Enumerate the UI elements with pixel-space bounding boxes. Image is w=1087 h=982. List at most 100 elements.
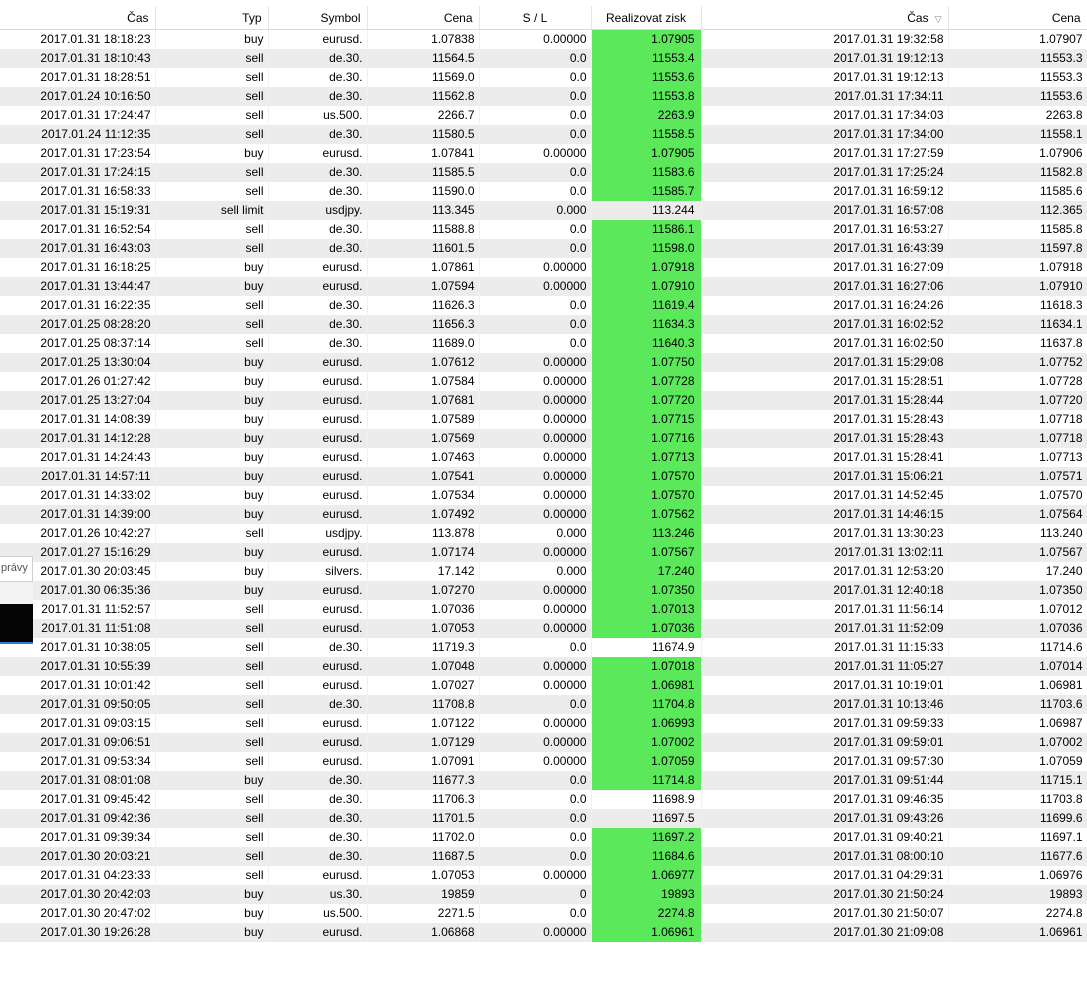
cell-close-time: 2017.01.31 17:34:03	[701, 106, 949, 125]
column-header-open-price[interactable]: Cena	[367, 6, 480, 30]
table-row[interactable]: 2017.01.27 15:16:29 buy eurusd. 1.07174 0.00…	[0, 543, 1087, 562]
table-row[interactable]: 2017.01.30 20:03:45 buy silvers. 17.142 0.00…	[0, 562, 1087, 581]
column-header-label: Symbol	[320, 10, 361, 25]
column-header-sl[interactable]: S / L	[479, 6, 592, 30]
cell-symbol: eurusd.	[268, 619, 368, 638]
cell-close-time: 2017.01.31 16:59:12	[701, 182, 949, 201]
table-row[interactable]: 2017.01.31 14:39:00 buy eurusd. 1.07492 0.00…	[0, 505, 1087, 524]
cell-symbol: de.30.	[268, 49, 368, 68]
table-row[interactable]: 2017.01.31 14:24:43 buy eurusd. 1.07463 0.00…	[0, 448, 1087, 467]
column-header-label: S / L	[522, 10, 548, 25]
cell-symbol: eurusd.	[268, 923, 368, 942]
cell-symbol: de.30.	[268, 220, 368, 239]
table-row[interactable]: 2017.01.30 19:26:28 buy eurusd. 1.06868 0.00…	[0, 923, 1087, 942]
table-row[interactable]: 2017.01.31 17:24:15 sell de.30. 11585.5 0.0 1…	[0, 163, 1087, 182]
table-row[interactable]: 2017.01.31 09:45:42 sell de.30. 11706.3 0.0 1…	[0, 790, 1087, 809]
table-row[interactable]: 2017.01.30 20:03:21 sell de.30. 11687.5 0.0 1…	[0, 847, 1087, 866]
column-header-type[interactable]: Typ	[155, 6, 269, 30]
cell-open-time: 2017.01.31 09:42:36	[0, 809, 156, 828]
column-header-close-price[interactable]: Cena	[948, 6, 1087, 30]
table-row[interactable]: 2017.01.31 18:18:23 buy eurusd. 1.07838 0.00…	[0, 29, 1087, 49]
cell-symbol: eurusd.	[268, 429, 368, 448]
table-row[interactable]: 2017.01.26 01:27:42 buy eurusd. 1.07584 0.00…	[0, 372, 1087, 391]
cell-open-price: 1.07091	[367, 752, 480, 771]
table-row[interactable]: 2017.01.31 18:10:43 sell de.30. 11564.5 0.0 1…	[0, 49, 1087, 68]
column-header-tp[interactable]: Realizovat zisk	[591, 6, 702, 30]
cell-type: buy	[155, 448, 269, 467]
table-row[interactable]: 2017.01.31 04:23:33 sell eurusd. 1.07053 0.0…	[0, 866, 1087, 885]
table-row[interactable]: 2017.01.31 14:12:28 buy eurusd. 1.07569 0.00…	[0, 429, 1087, 448]
cell-open-time: 2017.01.31 16:43:03	[0, 239, 156, 258]
table-row[interactable]: 2017.01.25 08:28:20 sell de.30. 11656.3 0.0 1…	[0, 315, 1087, 334]
cell-open-price: 1.07048	[367, 657, 480, 676]
table-row[interactable]: 2017.01.31 10:38:05 sell de.30. 11719.3 0.0 1…	[0, 638, 1087, 657]
cell-open-time: 2017.01.31 17:24:15	[0, 163, 156, 182]
cell-tp: 1.07567	[591, 543, 702, 562]
table-row[interactable]: 2017.01.31 09:42:36 sell de.30. 11701.5 0.0 1…	[0, 809, 1087, 828]
background-window-fragment[interactable]: právy	[0, 556, 33, 648]
cell-open-time: 2017.01.31 16:52:54	[0, 220, 156, 239]
cell-close-time: 2017.01.31 13:30:23	[701, 524, 949, 543]
table-row[interactable]: 2017.01.31 10:01:42 sell eurusd. 1.07027 0.0…	[0, 676, 1087, 695]
table-row[interactable]: 2017.01.31 09:39:34 sell de.30. 11702.0 0.0 1…	[0, 828, 1087, 847]
table-row[interactable]: 2017.01.30 20:47:02 buy us.500. 2271.5 0.0 22…	[0, 904, 1087, 923]
table-row[interactable]: 2017.01.31 17:24:47 sell us.500. 2266.7 0.0 2…	[0, 106, 1087, 125]
cell-open-price: 11562.8	[367, 87, 480, 106]
table-row[interactable]: 2017.01.31 13:44:47 buy eurusd. 1.07594 0.00…	[0, 277, 1087, 296]
table-row[interactable]: 2017.01.31 09:53:34 sell eurusd. 1.07091 0.0…	[0, 752, 1087, 771]
table-row[interactable]: 2017.01.31 16:18:25 buy eurusd. 1.07861 0.00…	[0, 258, 1087, 277]
cell-close-time: 2017.01.31 12:53:20	[701, 562, 949, 581]
cell-close-price: 11558.1	[948, 125, 1087, 144]
table-row[interactable]: 2017.01.25 08:37:14 sell de.30. 11689.0 0.0 1…	[0, 334, 1087, 353]
cell-tp: 1.06981	[591, 676, 702, 695]
table-row[interactable]: 2017.01.31 09:06:51 sell eurusd. 1.07129 0.0…	[0, 733, 1087, 752]
table-row[interactable]: 2017.01.31 14:08:39 buy eurusd. 1.07589 0.00…	[0, 410, 1087, 429]
cell-close-price: 1.07918	[948, 258, 1087, 277]
table-row[interactable]: 2017.01.31 17:23:54 buy eurusd. 1.07841 0.00…	[0, 144, 1087, 163]
cell-sl: 0.00000	[479, 429, 592, 448]
column-header-symbol[interactable]: Symbol	[268, 6, 368, 30]
table-row[interactable]: 2017.01.31 09:03:15 sell eurusd. 1.07122 0.0…	[0, 714, 1087, 733]
table-row[interactable]: 2017.01.31 18:28:51 sell de.30. 11569.0 0.0 1…	[0, 68, 1087, 87]
cell-type: sell	[155, 106, 269, 125]
cell-close-time: 2017.01.30 21:50:07	[701, 904, 949, 923]
table-row[interactable]: 2017.01.31 09:50:05 sell de.30. 11708.8 0.0 1…	[0, 695, 1087, 714]
cell-close-price: 11585.6	[948, 182, 1087, 201]
cell-sl: 0.0	[479, 695, 592, 714]
table-row[interactable]: 2017.01.24 11:12:35 sell de.30. 11580.5 0.0 1…	[0, 125, 1087, 144]
cell-open-time: 2017.01.31 09:06:51	[0, 733, 156, 752]
cell-tp: 113.244	[591, 201, 702, 220]
cell-type: buy	[155, 486, 269, 505]
cell-tp: 1.07728	[591, 372, 702, 391]
table-row[interactable]: 2017.01.31 15:19:31 sell limit usdjpy. 113.…	[0, 201, 1087, 220]
table-row[interactable]: 2017.01.31 11:52:57 sell eurusd. 1.07036 0.0…	[0, 600, 1087, 619]
table-row[interactable]: 2017.01.31 11:51:08 sell eurusd. 1.07053 0.0…	[0, 619, 1087, 638]
table-row[interactable]: 2017.01.30 06:35:36 buy eurusd. 1.07270 0.00…	[0, 581, 1087, 600]
cell-symbol: eurusd.	[268, 467, 368, 486]
table-row[interactable]: 2017.01.31 16:43:03 sell de.30. 11601.5 0.0 1…	[0, 239, 1087, 258]
cell-open-time: 2017.01.30 19:26:28	[0, 923, 156, 942]
table-row[interactable]: 2017.01.31 10:55:39 sell eurusd. 1.07048 0.0…	[0, 657, 1087, 676]
cell-open-price: 11708.8	[367, 695, 480, 714]
cell-close-price: 17.240	[948, 562, 1087, 581]
cell-tp: 11697.2	[591, 828, 702, 847]
cell-tp: 11674.9	[591, 638, 702, 657]
cell-tp: 17.240	[591, 562, 702, 581]
table-row[interactable]: 2017.01.31 14:33:02 buy eurusd. 1.07534 0.00…	[0, 486, 1087, 505]
cell-close-time: 2017.01.31 09:46:35	[701, 790, 949, 809]
cell-tp: 11640.3	[591, 334, 702, 353]
table-row[interactable]: 2017.01.31 16:52:54 sell de.30. 11588.8 0.0 1…	[0, 220, 1087, 239]
column-header-close-time[interactable]: Čas ▽	[701, 6, 949, 30]
cell-open-time: 2017.01.31 16:18:25	[0, 258, 156, 277]
table-row[interactable]: 2017.01.31 08:01:08 buy de.30. 11677.3 0.0 11…	[0, 771, 1087, 790]
table-row[interactable]: 2017.01.26 10:42:27 sell usdjpy. 113.878 0.0…	[0, 524, 1087, 543]
table-row[interactable]: 2017.01.31 14:57:11 buy eurusd. 1.07541 0.00…	[0, 467, 1087, 486]
cell-type: buy	[155, 29, 269, 49]
column-header-open-time[interactable]: Čas	[0, 6, 156, 30]
table-row[interactable]: 2017.01.25 13:30:04 buy eurusd. 1.07612 0.00…	[0, 353, 1087, 372]
table-row[interactable]: 2017.01.24 10:16:50 sell de.30. 11562.8 0.0 1…	[0, 87, 1087, 106]
table-row[interactable]: 2017.01.31 16:58:33 sell de.30. 11590.0 0.0 1…	[0, 182, 1087, 201]
table-row[interactable]: 2017.01.25 13:27:04 buy eurusd. 1.07681 0.00…	[0, 391, 1087, 410]
table-row[interactable]: 2017.01.31 16:22:35 sell de.30. 11626.3 0.0 1…	[0, 296, 1087, 315]
table-row[interactable]: 2017.01.30 20:42:03 buy us.30. 19859 0 19893 2…	[0, 885, 1087, 904]
